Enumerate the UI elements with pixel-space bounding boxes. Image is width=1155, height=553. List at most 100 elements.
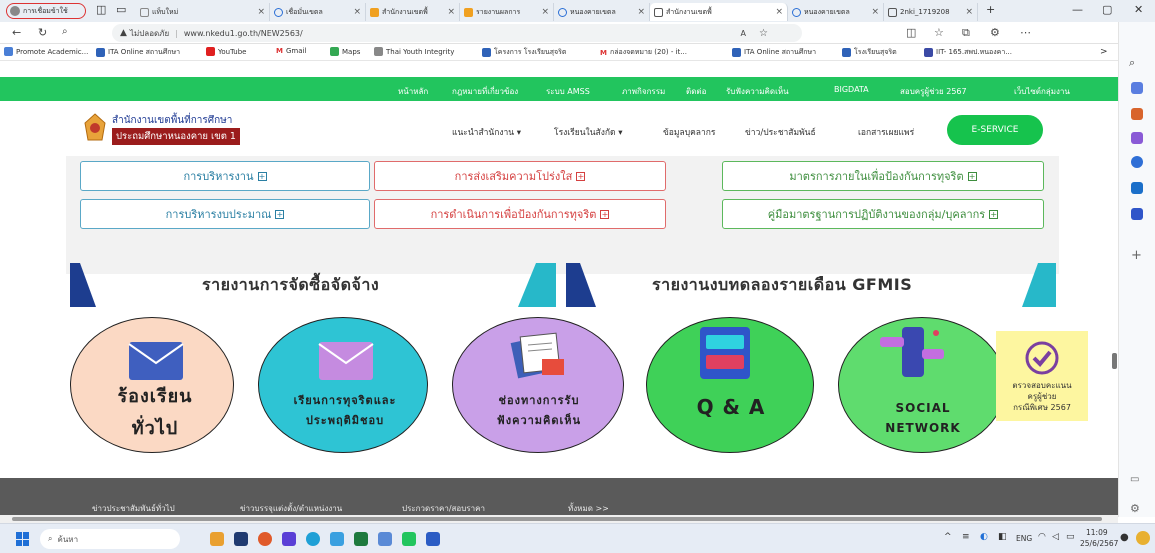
battery-icon[interactable]: ▭	[1066, 532, 1075, 542]
wifi-icon[interactable]: ◠	[1038, 532, 1046, 542]
gfmis-report-banner[interactable]: รายงานงบทดลองรายเดือน GFMIS	[566, 259, 1056, 309]
horizontal-scrollbar[interactable]	[0, 515, 1118, 523]
main-nav-item[interactable]: แนะนำสำนักงาน ▾	[452, 125, 521, 139]
taskbar-app-icon[interactable]	[210, 532, 224, 546]
tab-item-active[interactable]: สำนักงานเขตพื้ ×	[650, 3, 788, 21]
clock-date[interactable]: 25/6/2567	[1080, 539, 1118, 548]
add-sidebar-app-icon[interactable]: +	[1131, 248, 1142, 263]
top-nav-item[interactable]: BIGDATA	[834, 85, 869, 94]
close-icon[interactable]: ×	[447, 7, 455, 17]
close-icon[interactable]: ×	[637, 7, 645, 17]
profile-button[interactable]: การเชื่อมข้าใช้	[6, 3, 86, 19]
taskbar-search[interactable]: ⌕ ค้นหา	[40, 529, 180, 549]
menu-budget[interactable]: การบริหารงบประมาณ +	[80, 199, 370, 229]
language-indicator[interactable]: ENG	[1016, 534, 1032, 543]
tab-item[interactable]: 2nki_1719208 ×	[884, 3, 978, 21]
clock-time[interactable]: 11:09	[1086, 528, 1108, 537]
score-check-card[interactable]: ตรวจสอบคะแนน ครูผู้ช่วย กรณีพิเศษ 2567	[996, 331, 1088, 421]
notification-bell-icon[interactable]: ●	[1120, 532, 1129, 543]
menu-anticorruption-actions[interactable]: การดำเนินการเพื่อป้องกันการทุจริต +	[374, 199, 666, 229]
sidebar-app-icon[interactable]	[1131, 82, 1143, 94]
sidebar-app-icon[interactable]	[1131, 208, 1143, 220]
word-icon[interactable]	[426, 532, 440, 546]
bookmark-item[interactable]: M กล่องจดหมาย (20) - it...	[600, 47, 687, 58]
complaint-card[interactable]: ร้องเรียน ทั่วไป	[64, 315, 246, 455]
start-icon[interactable]	[16, 532, 30, 546]
tray-app-icon[interactable]: ◐	[980, 532, 988, 542]
games-icon[interactable]	[1131, 132, 1143, 144]
main-nav-item[interactable]: เอกสารเผยแพร่	[858, 125, 914, 139]
bookmark-item[interactable]: IIT- 165.สพป.หนองคา...	[924, 47, 1012, 58]
tab-item[interactable]: แท็บใหม่ ×	[136, 3, 270, 21]
news-tab[interactable]: ข่าวบรรจุแต่งตั้ง/ตำแหน่งงาน	[240, 502, 342, 515]
taskbar-app-icon[interactable]	[258, 532, 272, 546]
top-nav-item[interactable]: สอบครูผู้ช่วย 2567	[900, 85, 967, 98]
sidebar-app-icon[interactable]	[1131, 156, 1143, 168]
close-icon[interactable]: ×	[965, 7, 973, 17]
tray-chevron-icon[interactable]: ^	[944, 532, 952, 542]
bookmarks-more[interactable]: >	[1100, 47, 1108, 57]
menu-standards-manual[interactable]: คู่มือมาตรฐานการปฏิบัติงานของกลุ่ม/บุคลา…	[722, 199, 1044, 229]
top-nav-item[interactable]: กฎหมายที่เกี่ยวข้อง	[452, 85, 518, 98]
bookmark-item[interactable]: Promote Academic...	[4, 47, 88, 56]
refresh-icon[interactable]: ↻	[38, 26, 47, 39]
edge-icon[interactable]	[306, 532, 320, 546]
bookmark-item[interactable]: โรงเรียนสุจริต	[842, 47, 897, 58]
news-tab[interactable]: ประกวดราคา/สอบราคา	[402, 502, 485, 515]
main-nav-item[interactable]: ข่าว/ประชาสัมพันธ์	[745, 125, 816, 139]
bookmark-item[interactable]: YouTube	[206, 47, 246, 56]
tab-item[interactable]: เชื่อมั่นเขตล ×	[270, 3, 366, 21]
search-icon[interactable]: ⌕	[1129, 56, 1135, 70]
search-icon[interactable]: ⌕	[62, 26, 68, 37]
close-icon[interactable]: ×	[775, 7, 783, 17]
tab-item[interactable]: สำนักงานเขตพื้ ×	[366, 3, 460, 21]
qa-card[interactable]: Q & A	[640, 315, 822, 455]
scroll-thumb[interactable]	[12, 517, 1102, 521]
taskbar-app-icon[interactable]	[330, 532, 344, 546]
line-icon[interactable]	[402, 532, 416, 546]
bookmark-item[interactable]: ITA Online สถานศึกษา	[732, 47, 816, 58]
tray-app-icon[interactable]: ◧	[998, 532, 1007, 542]
close-window-icon[interactable]: ✕	[1134, 3, 1143, 16]
address-bar[interactable]: ▲ ไม่ปลอดภัย | www.nkedu1.go.th/NEW2563/…	[112, 24, 802, 42]
top-nav-item[interactable]: เว็บไซต์กลุ่มงาน	[1014, 85, 1070, 98]
tab-item[interactable]: หนองคายเขตล ×	[788, 3, 884, 21]
bookmark-item[interactable]: โครงการ โรงเรียนสุจริต	[482, 47, 566, 58]
meet-icon[interactable]	[282, 532, 296, 546]
main-nav-item[interactable]: โรงเรียนในสังกัด ▾	[554, 125, 622, 139]
bookmark-item[interactable]: Maps	[330, 47, 360, 56]
top-nav-item[interactable]: รับฟังความคิดเห็น	[726, 85, 789, 98]
collections-icon[interactable]: ⧉	[962, 26, 970, 40]
new-tab-button[interactable]: +	[986, 3, 995, 16]
tab-actions-icon[interactable]: ▭	[116, 3, 126, 16]
favorite-star-icon[interactable]: ☆	[759, 28, 768, 39]
back-icon[interactable]: ←	[12, 26, 21, 39]
bookmark-item[interactable]: ITA Online สถานศึกษา	[96, 47, 180, 58]
copilot-tray-icon[interactable]	[1136, 531, 1150, 545]
split-screen-icon[interactable]: ◫	[906, 26, 916, 39]
close-icon[interactable]: ×	[871, 7, 879, 17]
news-tab[interactable]: ข่าวประชาสัมพันธ์ทั่วไป	[92, 502, 175, 515]
bookmark-item[interactable]: M Gmail	[276, 47, 306, 55]
menu-management[interactable]: การบริหารงาน +	[80, 161, 370, 191]
shopping-icon[interactable]	[1131, 108, 1143, 120]
news-tab[interactable]: ทั้งหมด >>	[568, 502, 609, 515]
restore-icon[interactable]: ▢	[1102, 3, 1112, 16]
extensions-icon[interactable]: ⚙	[990, 26, 1000, 39]
corruption-report-card[interactable]: เรียนการทุจริตและ ประพฤติมิชอบ	[254, 315, 436, 455]
close-icon[interactable]: ×	[541, 7, 549, 17]
top-nav-item[interactable]: ระบบ AMSS	[546, 85, 590, 98]
top-nav-item[interactable]: ติดต่อ	[686, 85, 706, 98]
menu-transparency[interactable]: การส่งเสริมความโปร่งใส +	[374, 161, 666, 191]
volume-icon[interactable]: ◁	[1052, 532, 1059, 542]
minimize-icon[interactable]: —	[1072, 3, 1083, 16]
excel-icon[interactable]	[354, 532, 368, 546]
settings-icon[interactable]: ⚙	[1130, 502, 1140, 515]
close-icon[interactable]: ×	[353, 7, 361, 17]
workspaces-icon[interactable]: ◫	[96, 3, 106, 16]
outlook-icon[interactable]	[1131, 182, 1143, 194]
tab-item[interactable]: หนองคายเขตล ×	[554, 3, 650, 21]
social-network-card[interactable]: SOCIAL NETWORK	[832, 315, 1014, 455]
bookmark-item[interactable]: Thai Youth Integrity	[374, 47, 454, 56]
feedback-channel-card[interactable]: ช่องทางการรับ ฟังความคิดเห็น	[448, 315, 630, 455]
